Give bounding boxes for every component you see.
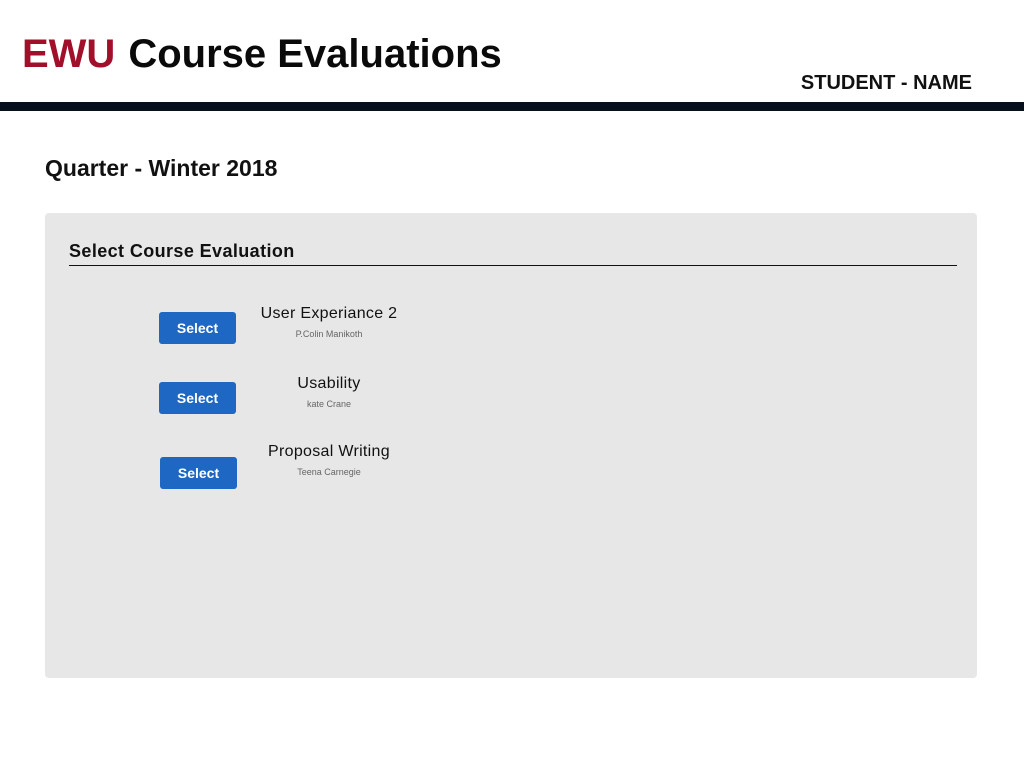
course-info: Proposal Writing Teena Carnegie [250, 442, 408, 478]
course-row-proposal-writing: Select Proposal Writing Teena Carnegie [159, 443, 479, 507]
quarter-heading: Quarter - Winter 2018 [45, 155, 278, 181]
header-divider-bar [0, 102, 1024, 111]
course-name: User Experiance 2 [260, 305, 398, 322]
select-button-user-experiance-2[interactable]: Select [159, 312, 236, 344]
course-row-user-experiance-2: Select User Experiance 2 P.Colin Manikot… [159, 305, 479, 362]
course-instructor: P.Colin Manikoth [295, 329, 363, 339]
brand-logo: EWU [22, 32, 116, 76]
select-button-proposal-writing[interactable]: Select [160, 457, 237, 489]
app-title: EWU Course Evaluations [22, 30, 502, 78]
page-header: EWU Course Evaluations STUDENT - NAME [0, 0, 1024, 102]
course-evaluation-panel: Select Course Evaluation Select User Exp… [45, 213, 977, 678]
course-name: Proposal Writing [268, 443, 390, 460]
course-row-usability: Select Usability kate Crane [159, 375, 479, 432]
course-instructor: Teena Carnegie [297, 467, 361, 477]
panel-title: Select Course Evaluation [69, 241, 295, 261]
course-info: Usability kate Crane [250, 374, 408, 410]
course-name: Usability [297, 375, 361, 392]
panel-divider [69, 265, 957, 266]
select-button-usability[interactable]: Select [159, 382, 236, 414]
course-info: User Experiance 2 P.Colin Manikoth [250, 304, 408, 340]
page-title: Course Evaluations [128, 32, 502, 76]
student-name: STUDENT - NAME [800, 72, 972, 94]
course-instructor: kate Crane [306, 399, 352, 409]
